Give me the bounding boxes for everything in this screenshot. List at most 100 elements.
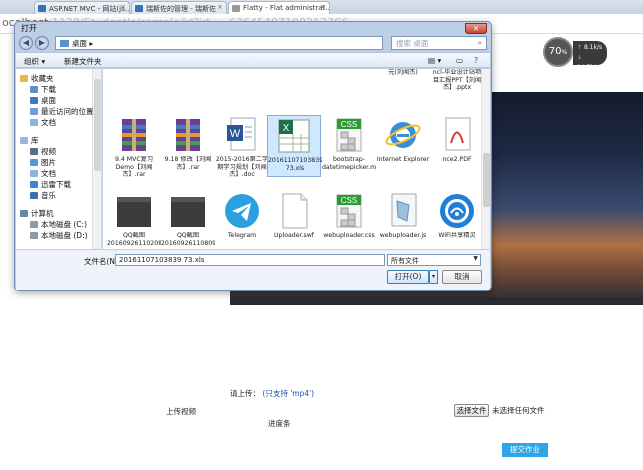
file-item[interactable]: W 2015-2016第二学期学习规划【刘闻杰】.doc <box>215 115 269 178</box>
organize-button[interactable]: 组织 ▾ <box>24 56 45 67</box>
file-item-label: 2015-2016第二学期学习规划【刘闻杰】.doc <box>215 156 269 178</box>
folder-icon <box>30 97 38 104</box>
tab-flatty[interactable]: Flatty - Flat administrat... × <box>228 1 330 14</box>
choose-file-button[interactable]: 选择文件 <box>454 404 489 417</box>
search-input[interactable]: 搜索 桌面 ⌕ <box>391 36 487 50</box>
desktop-icon <box>60 40 69 47</box>
cancel-button[interactable]: 取消 <box>442 270 482 284</box>
nav-item[interactable]: 收藏夹 <box>20 73 54 84</box>
file-item-label: 20161107103839 73.xls <box>268 157 322 172</box>
file-item[interactable]: Internet Explorer <box>376 115 430 177</box>
dark-file-icon <box>168 191 208 231</box>
net-speed-widget: ↑ 8.1k/s ↓ 14.7k/s <box>573 41 607 71</box>
upload-video-label: 上传视频 <box>166 407 196 416</box>
submit-homework-button[interactable]: 提交作业 <box>502 443 548 457</box>
dialog-title: 打开 <box>21 24 37 33</box>
view-options-icon[interactable]: ▤ ▾ <box>428 56 441 65</box>
folder-icon <box>30 119 38 126</box>
file-item[interactable]: WiFi共享精灵 <box>430 191 481 249</box>
file-item-label: 9.18 修改【刘闻杰】.rar <box>164 156 212 171</box>
js-file-icon <box>383 191 423 231</box>
file-item[interactable]: X 20161107103839 73.xls <box>267 115 322 177</box>
open-dropdown-arrow[interactable]: ▾ <box>429 270 438 284</box>
download-arrow-icon: ↓ <box>577 54 583 61</box>
nav-item[interactable]: 库 <box>20 135 39 146</box>
file-item-label: Internet Explorer <box>376 156 430 163</box>
file-item[interactable]: CSS bootstrap-datetimepicker.min.css <box>322 115 376 177</box>
nav-item[interactable]: 最近访问的位置 <box>30 106 94 117</box>
nav-item[interactable]: 音乐 <box>30 190 56 201</box>
folder-icon <box>20 210 28 217</box>
help-icon[interactable]: ? <box>474 56 478 65</box>
file-item[interactable]: 9.18 修改【刘闻杰】.rar <box>161 115 215 177</box>
file-item[interactable]: nce2.PDF <box>430 115 481 177</box>
folder-icon <box>30 221 38 228</box>
file-item[interactable]: webuploader.js <box>376 191 430 249</box>
nav-item[interactable]: 计算机 <box>20 208 54 219</box>
nav-item[interactable]: 桌面 <box>30 95 56 106</box>
preview-pane-icon[interactable]: ▭ <box>456 56 463 65</box>
file-item-label: QQ截图20160926110809.png <box>161 232 215 247</box>
file-item[interactable]: Uploader.swf <box>267 191 321 249</box>
open-button[interactable]: 打开(O) <box>387 270 429 284</box>
nav-item[interactable]: 下载 <box>30 84 56 95</box>
nav-item[interactable]: 图片 <box>30 157 56 168</box>
file-item-label: ncl-毕业设计站项目汇报PPT【刘闻杰】.pptx <box>432 69 481 91</box>
filetype-select[interactable]: 所有文件 ▼ <box>387 254 481 266</box>
file-item[interactable]: 9.4 MVC复习 Demo【刘闻杰】.rar <box>107 115 161 178</box>
file-item-label: bootstrap-datetimepicker.min.css <box>322 156 376 171</box>
svg-text:CSS: CSS <box>341 120 357 129</box>
telegram-file-icon <box>222 191 262 231</box>
chevron-down-icon: ▼ <box>473 255 478 262</box>
word-file-icon: W <box>222 115 262 155</box>
nav-item[interactable]: 文档 <box>30 117 56 128</box>
folder-icon <box>30 108 38 115</box>
close-icon[interactable]: × <box>320 3 326 11</box>
upload-prompt: 请上传： (只支持 'mp4') <box>230 389 315 398</box>
folder-icon <box>30 86 38 93</box>
search-icon: ⌕ <box>477 38 482 47</box>
tab-aspnet[interactable]: ASP.NET MVC - 网站(js... × <box>34 1 130 14</box>
file-item-label: 元(刘闻杰) <box>388 69 418 76</box>
svg-text:CSS: CSS <box>341 196 357 205</box>
file-item-label: webuploader.css <box>323 232 375 239</box>
svg-text:X: X <box>283 123 290 134</box>
dialog-close-button[interactable]: ✕ <box>465 23 487 34</box>
rar-file-icon <box>114 115 154 155</box>
nav-item[interactable]: 视频 <box>30 146 56 157</box>
forward-button[interactable]: ▶ <box>35 36 49 50</box>
nav-item[interactable]: 迅雷下载 <box>30 179 71 190</box>
file-item[interactable]: CSS webuploader.css <box>322 191 376 249</box>
css-file-icon: CSS <box>329 115 369 155</box>
svg-text:W: W <box>230 128 241 140</box>
close-icon[interactable]: × <box>120 3 126 11</box>
browser-tab-bar: ASP.NET MVC - 网站(js... × 瑞斯佐的管理 - 瑞斯佐 × Fl… <box>0 0 643 14</box>
file-item-label: Uploader.swf <box>274 232 314 239</box>
open-file-dialog: 打开 ✕ ◀ ▶ 桌面 ▸ 搜索 桌面 ⌕ 组织 ▾ 新建文件夹 ▤ ▾ ▭ ?… <box>14 21 492 291</box>
memory-gauge[interactable]: 70% <box>543 37 573 67</box>
navigation-pane: 收藏夹 下载 桌面 最近访问的位置 文档库视频 图片 文档 迅雷下载 音乐 计算机 本地磁盘 (C:… <box>16 69 102 249</box>
folder-icon <box>30 232 38 239</box>
file-item[interactable]: QQ截图20160926110809.png <box>161 191 215 249</box>
folder-icon <box>30 159 38 166</box>
folder-icon <box>20 75 28 82</box>
tab-favicon <box>38 5 46 12</box>
file-item[interactable]: Telegram <box>215 191 269 249</box>
file-scrollbar[interactable] <box>481 69 490 249</box>
tab-management[interactable]: 瑞斯佐的管理 - 瑞斯佐 × <box>131 1 227 14</box>
nav-item[interactable]: 本地磁盘 (C:) <box>30 219 87 230</box>
nav-item[interactable]: 文档 <box>30 168 56 179</box>
file-item-label: 9.4 MVC复习 Demo【刘闻杰】.rar <box>114 156 154 178</box>
breadcrumb[interactable]: 桌面 ▸ <box>55 36 383 50</box>
file-item[interactable]: QQ截图20160926110208.png <box>107 191 161 249</box>
filename-input[interactable]: 20161107103839 73.xls <box>115 254 385 266</box>
file-item-label: nce2.PDF <box>442 156 472 163</box>
close-icon[interactable]: × <box>217 3 223 11</box>
nav-scrollbar[interactable] <box>92 69 101 249</box>
back-button[interactable]: ◀ <box>19 36 33 50</box>
blank-file-icon <box>274 191 314 231</box>
folder-icon <box>20 137 28 144</box>
nav-item[interactable]: 本地磁盘 (D:) <box>30 230 88 241</box>
new-folder-button[interactable]: 新建文件夹 <box>64 56 102 67</box>
file-item-label: WiFi共享精灵 <box>438 232 476 239</box>
